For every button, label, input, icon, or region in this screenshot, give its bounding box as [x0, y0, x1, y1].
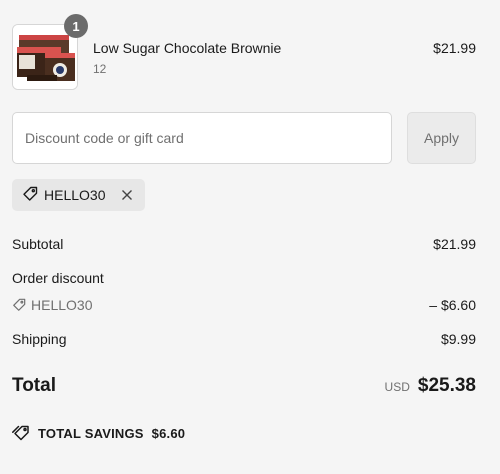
product-price: $21.99: [433, 40, 476, 56]
shipping-label: Shipping: [12, 331, 67, 347]
applied-discount-chip: HELLO30: [12, 179, 146, 211]
product-variant: 12: [93, 62, 107, 76]
apply-discount-button[interactable]: Apply: [407, 112, 476, 164]
discount-code-row: HELLO30 – $6.60: [12, 297, 476, 313]
subtotal-value: $21.99: [433, 236, 476, 252]
order-discount-label: Order discount: [12, 270, 104, 286]
savings-value: $6.60: [151, 425, 186, 441]
total-savings: TOTAL SAVINGS $6.60: [12, 425, 185, 441]
currency-code: USD: [384, 380, 410, 394]
discount-code-line: HELLO30: [12, 297, 476, 313]
total-label: Total: [12, 375, 56, 396]
line-item: 1 Low Sugar Chocolate Brownie 12 $21.99: [12, 14, 476, 90]
applied-code-label: HELLO30: [44, 187, 106, 203]
close-icon: [122, 190, 133, 200]
subtotal-row: Subtotal $21.99: [12, 236, 476, 252]
remove-discount-button[interactable]: [119, 187, 135, 203]
discount-value: – $6.60: [429, 297, 476, 313]
subtotal-label: Subtotal: [12, 236, 64, 252]
savings-label: TOTAL SAVINGS: [38, 425, 144, 441]
discount-code-name: HELLO30: [31, 297, 93, 313]
product-name: Low Sugar Chocolate Brownie: [93, 40, 282, 56]
quantity-badge: 1: [64, 14, 88, 38]
total-amount: $25.38: [417, 375, 476, 396]
shipping-row: Shipping $9.99: [12, 331, 476, 347]
total-value-group: USD $25.38: [385, 375, 476, 397]
discount-code-input[interactable]: [12, 112, 392, 164]
shipping-value: $9.99: [440, 331, 476, 347]
order-discount-row: Order discount: [12, 270, 476, 286]
tag-icon: [13, 298, 26, 311]
savings-tag-icon: [12, 425, 29, 441]
tag-icon: [22, 186, 38, 205]
